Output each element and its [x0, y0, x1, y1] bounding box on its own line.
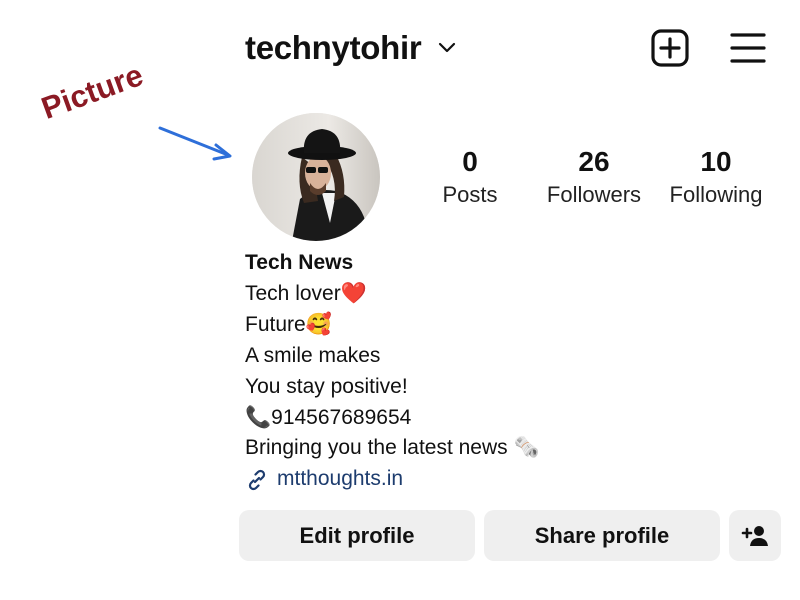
- stat-followers-value: 26: [578, 146, 610, 177]
- avatar-photo: [252, 113, 380, 241]
- avatar[interactable]: [252, 113, 380, 241]
- plus-square-icon[interactable]: [650, 28, 690, 68]
- profile-page: technytohir Picture 0 Posts 26 Followers…: [0, 0, 800, 600]
- stat-posts-value: 0: [462, 146, 478, 177]
- bio-line: Tech lover❤️: [245, 281, 367, 305]
- edit-profile-button[interactable]: Edit profile: [239, 510, 475, 561]
- link-icon: [248, 469, 266, 490]
- stat-posts[interactable]: 0 Posts: [400, 146, 540, 209]
- arrow-icon: [158, 126, 232, 161]
- bio-phone: 📞914567689654: [245, 405, 412, 429]
- share-profile-button[interactable]: Share profile: [484, 510, 720, 561]
- bio-line: A smile makes: [245, 343, 381, 367]
- bio-line: You stay positive!: [245, 374, 408, 398]
- bio-name: Tech News: [245, 251, 354, 274]
- stat-followers[interactable]: 26 Followers: [524, 146, 664, 209]
- add-person-icon: [741, 525, 768, 546]
- bio-link-text[interactable]: mtthoughts.in: [277, 464, 403, 495]
- stat-followers-label: Followers: [546, 182, 642, 207]
- bio-website-link[interactable]: mtthoughts.in: [245, 464, 765, 495]
- profile-bio: Tech News Tech lover❤️ Future🥰 A smile m…: [245, 248, 765, 495]
- hamburger-menu-icon[interactable]: [728, 31, 768, 65]
- add-user-button[interactable]: [729, 510, 781, 561]
- stat-following-label: Following: [669, 182, 763, 207]
- bio-line: Bringing you the latest news 🗞️: [245, 436, 540, 460]
- chevron-down-icon[interactable]: [437, 40, 457, 56]
- bio-line: Future🥰: [245, 312, 332, 336]
- username-title[interactable]: technytohir: [245, 28, 422, 68]
- picture-annotation-label: Picture: [36, 57, 148, 126]
- stat-following-value: 10: [700, 146, 732, 177]
- stat-following[interactable]: 10 Following: [646, 146, 786, 209]
- stat-posts-label: Posts: [442, 182, 498, 207]
